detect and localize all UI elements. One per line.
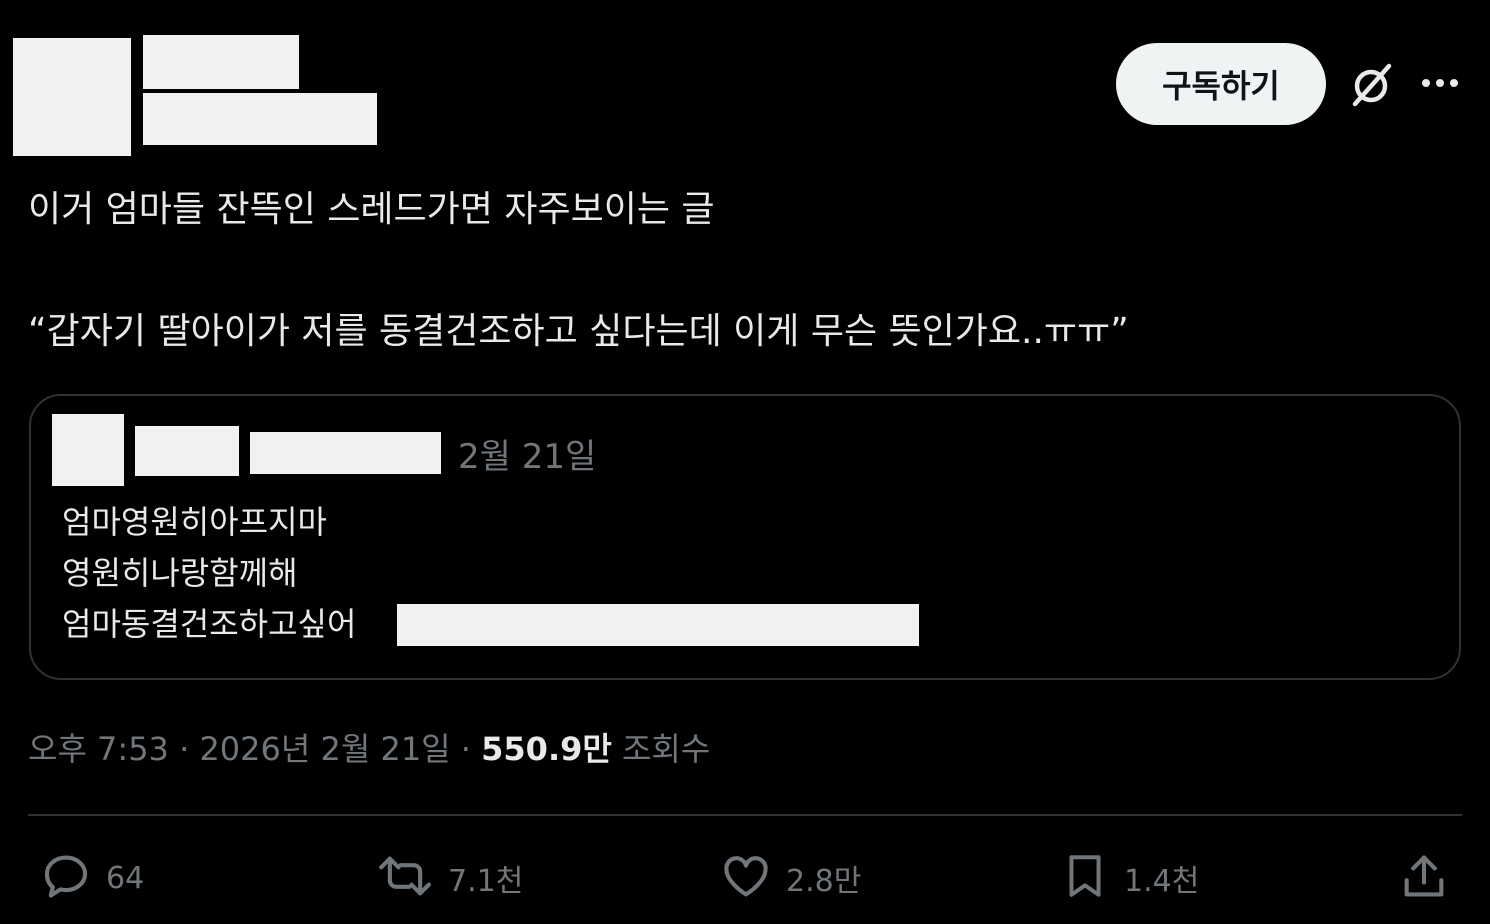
share-button[interactable] [1398, 850, 1450, 906]
meta-separator: · [450, 730, 482, 768]
views-count: 550.9만 [481, 730, 612, 768]
meta-separator: · [168, 730, 200, 768]
post-meta: 오후 7:53 · 2026년 2월 21일 · 550.9만 조회수 [28, 728, 710, 770]
reply-icon [40, 850, 92, 906]
quote-text-redacted [397, 604, 919, 646]
grok-icon[interactable] [1345, 58, 1397, 110]
post-text-line-2: “갑자기 딸아이가 저를 동결건조하고 싶다는데 이게 무슨 뜻인가요..ㅠㅠ” [28, 311, 1129, 352]
heart-icon [720, 850, 772, 906]
quote-text-line-3: 엄마동결건조하고싶어 [62, 605, 357, 643]
quote-text-line-1: 엄마영원히아프지마 [62, 503, 327, 541]
reply-count: 64 [106, 860, 145, 896]
author-avatar-redacted[interactable] [13, 38, 131, 156]
post-time[interactable]: 오후 7:53 [28, 730, 169, 768]
share-icon [1398, 850, 1450, 906]
like-count: 2.8만 [786, 864, 862, 899]
author-handle-redacted[interactable] [143, 93, 377, 145]
quote-author-handle-redacted[interactable] [250, 432, 441, 474]
repost-count: 7.1천 [448, 864, 524, 899]
quote-text-line-2: 영원히나랑함께해 [62, 554, 298, 592]
quote-author-name-redacted[interactable] [135, 426, 239, 476]
views-label: 조회수 [621, 730, 711, 768]
bookmark-button[interactable]: 1.4천 [1060, 850, 1199, 906]
repost-icon [376, 850, 434, 906]
post-date[interactable]: 2026년 2월 21일 [199, 730, 450, 768]
quote-date: 2월 21일 [458, 437, 597, 477]
post-text-line-1: 이거 엄마들 잔뜩인 스레드가면 자주보이는 글 [28, 189, 715, 230]
like-button[interactable]: 2.8만 [720, 850, 861, 906]
more-icon[interactable] [1418, 68, 1462, 98]
bookmark-count: 1.4천 [1124, 864, 1200, 899]
divider [28, 814, 1462, 816]
author-name-redacted[interactable] [143, 35, 299, 89]
subscribe-button[interactable]: 구독하기 [1116, 43, 1326, 125]
reply-button[interactable]: 64 [40, 850, 144, 906]
repost-button[interactable]: 7.1천 [376, 850, 523, 906]
quote-avatar-redacted[interactable] [52, 414, 124, 486]
bookmark-icon [1060, 850, 1110, 906]
